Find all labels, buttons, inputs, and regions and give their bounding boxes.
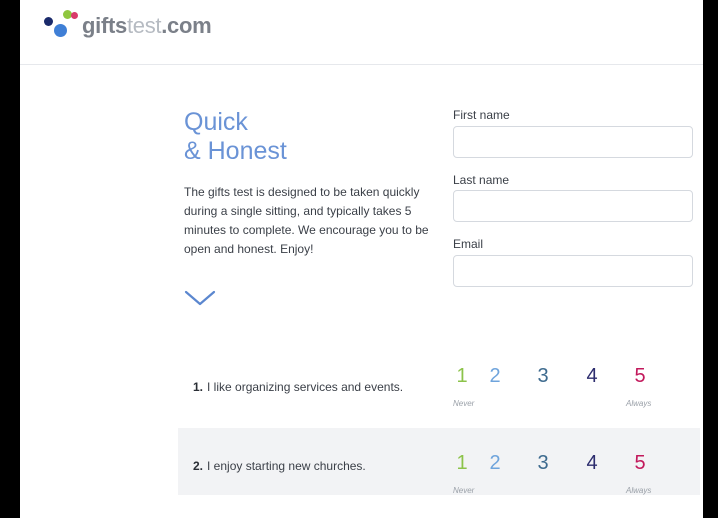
rating-option-4[interactable]: 4 <box>580 450 604 476</box>
intro-title-line2: & Honest <box>184 137 287 165</box>
rating-option-3[interactable]: 3 <box>531 363 555 389</box>
rating-low-hint: Never <box>453 399 475 408</box>
question-number: 2. <box>193 459 204 473</box>
rating-scale: 1 2 3 4 5 Never Always <box>453 450 703 510</box>
rating-low-hint: Never <box>453 486 475 495</box>
left-edge-band <box>0 0 20 518</box>
question-text: 2. I enjoy starting new churches. <box>193 459 366 473</box>
rating-option-2[interactable]: 2 <box>483 363 507 389</box>
rating-option-5[interactable]: 5 <box>628 450 652 476</box>
rating-high-hint: Always <box>626 486 652 495</box>
question-label: I enjoy starting new churches. <box>207 459 366 473</box>
logo-wordmark: giftstest.com <box>82 8 212 44</box>
rating-option-4[interactable]: 4 <box>580 363 604 389</box>
first-name-label: First name <box>453 108 510 122</box>
email-label: Email <box>453 237 484 251</box>
question-number: 1. <box>193 380 204 394</box>
rating-option-2[interactable]: 2 <box>483 450 507 476</box>
question-row: 1. I like organizing services and events.… <box>178 357 700 424</box>
question-row: 2. I enjoy starting new churches. 1 2 3 4… <box>178 428 700 495</box>
question-text: 1. I like organizing services and events. <box>193 380 403 394</box>
question-label: I like organizing services and events. <box>207 380 404 394</box>
last-name-label: Last name <box>453 173 510 187</box>
logo-word-gifts: gifts <box>82 13 127 38</box>
logo-dots-icon <box>44 8 80 44</box>
logo-word-com: .com <box>161 13 212 38</box>
rating-option-5[interactable]: 5 <box>628 363 652 389</box>
site-logo[interactable]: giftstest.com <box>44 8 212 44</box>
rating-high-hint: Always <box>626 399 652 408</box>
email-input[interactable] <box>453 255 693 287</box>
rating-scale: 1 2 3 4 5 Never Always <box>453 363 703 423</box>
intro-title-line1: Quick <box>184 108 248 136</box>
logo-word-test: test <box>126 13 162 38</box>
rating-option-3[interactable]: 3 <box>531 450 555 476</box>
right-edge-band <box>703 0 718 518</box>
intro-description: The gifts test is designed to be taken q… <box>184 185 429 256</box>
site-header: giftstest.com <box>20 0 703 65</box>
first-name-input[interactable] <box>453 126 693 158</box>
rating-option-1[interactable]: 1 <box>450 450 474 476</box>
intro-title: Quick & Honest <box>184 108 424 166</box>
chevron-down-icon[interactable] <box>184 288 216 308</box>
rating-option-1[interactable]: 1 <box>450 363 474 389</box>
last-name-input[interactable] <box>453 190 693 222</box>
